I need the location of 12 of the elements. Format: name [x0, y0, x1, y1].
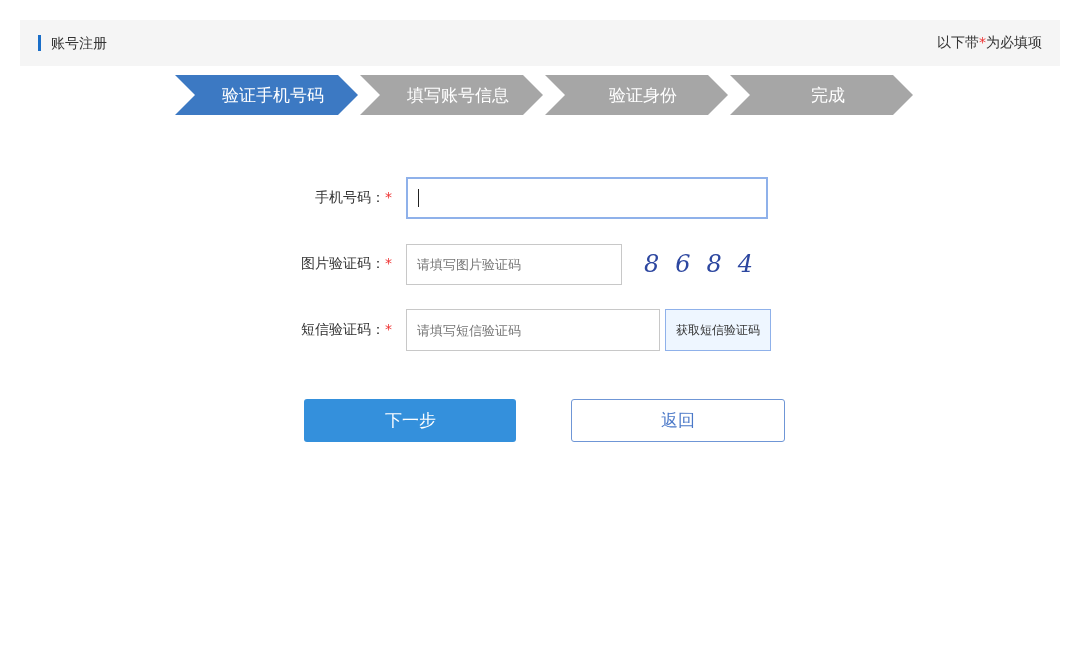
input-field[interactable]: 请填写短信验证码 [406, 309, 660, 351]
field-label: 手机号码：* [314, 189, 393, 207]
page-title: 账号注册 [38, 35, 107, 51]
input-field[interactable]: 请填写图片验证码 [406, 243, 622, 285]
field-label: 图片验证码：* [300, 255, 393, 273]
field-label: 短信验证码：* [300, 321, 393, 339]
back-button[interactable]: 返回 [571, 399, 785, 442]
get-code-button[interactable]: 获取短信验证码 [665, 309, 771, 351]
captcha-image[interactable]: 8684 [644, 250, 770, 278]
required-note: 以下带*为必填项 [937, 34, 1042, 52]
input-field[interactable] [406, 177, 768, 219]
text-caret [418, 189, 419, 207]
